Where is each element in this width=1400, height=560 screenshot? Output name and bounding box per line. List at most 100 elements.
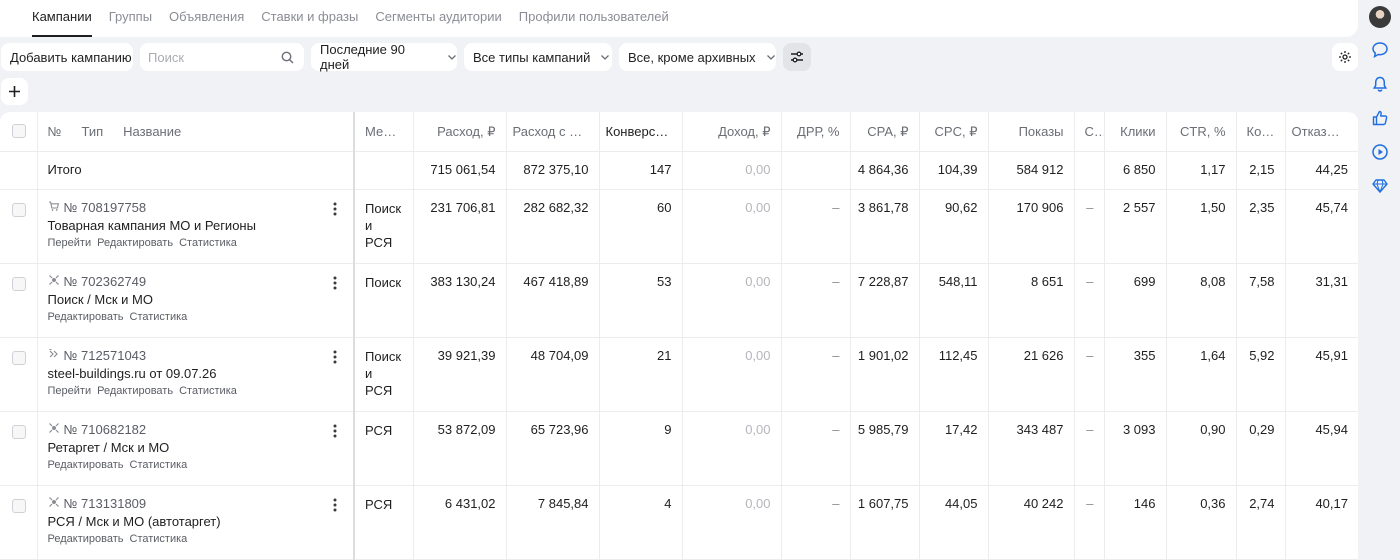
header-ctr[interactable]: CTR, % xyxy=(1166,112,1237,152)
places-cell: РСЯ xyxy=(354,485,414,560)
drr-cell: – xyxy=(781,337,851,412)
row-checkbox[interactable] xyxy=(12,424,26,439)
total-cpc: 104,39 xyxy=(919,151,989,190)
ko-cell: 5,92 xyxy=(1236,337,1286,412)
places-cell: Поиск xyxy=(354,263,414,338)
filters-button[interactable] xyxy=(783,43,811,71)
campaign-link[interactable]: Статистика xyxy=(130,459,188,471)
cost-cell: 39 921,39 xyxy=(413,337,507,412)
c-cell: – xyxy=(1074,411,1105,486)
campaign-types-select[interactable]: Все типы кампаний xyxy=(464,43,612,71)
tab-bids-phrases[interactable]: Ставки и фразы xyxy=(261,0,358,37)
row-checkbox-cell xyxy=(0,411,38,486)
campaign-name[interactable]: Поиск / Мск и МО xyxy=(48,292,344,308)
cpc-cell: 112,45 xyxy=(919,337,989,412)
campaign-id[interactable]: № 708197758 xyxy=(64,200,147,216)
clicks-cell: 699 xyxy=(1104,263,1167,338)
campaign-id[interactable]: № 713131809 xyxy=(64,496,147,512)
cpc-cell: 548,11 xyxy=(919,263,989,338)
row-checkbox[interactable] xyxy=(12,350,26,365)
header-drr[interactable]: ДРР, % xyxy=(781,112,851,152)
tab-user-profiles[interactable]: Профили пользователей xyxy=(519,0,669,37)
row-checkbox-cell xyxy=(0,485,38,560)
bell-icon[interactable] xyxy=(1370,74,1390,94)
play-icon[interactable] xyxy=(1370,142,1390,162)
diamond-icon[interactable] xyxy=(1370,176,1390,196)
ctr-cell: 1,50 xyxy=(1166,189,1237,264)
header-income[interactable]: Доход, ₽ xyxy=(682,112,782,152)
status-filter-select[interactable]: Все, кроме архивных xyxy=(619,43,776,71)
campaign-link[interactable]: Статистика xyxy=(130,533,188,545)
campaign-name[interactable]: РСЯ / Мск и МО (автотаргет) xyxy=(48,514,344,530)
row-checkbox-cell xyxy=(0,189,38,264)
tab-campaigns[interactable]: Кампании xyxy=(32,0,92,37)
header-name[interactable]: Название xyxy=(123,124,181,139)
campaign-name[interactable]: steel-buildings.ru от 09.07.26 xyxy=(48,366,344,382)
ko-cell: 2,74 xyxy=(1236,485,1286,560)
cost-vat-cell: 282 682,32 xyxy=(506,189,600,264)
more-vertical-icon[interactable] xyxy=(333,350,337,364)
header-bounce[interactable]: Отказы, % xyxy=(1285,112,1358,152)
thumbs-up-icon[interactable] xyxy=(1370,108,1390,128)
period-select[interactable]: Последние 90 дней xyxy=(311,42,457,72)
cost-vat-cell: 65 723,96 xyxy=(506,411,600,486)
header-cpc[interactable]: CPC, ₽ xyxy=(919,112,989,152)
conversions-cell: 9 xyxy=(599,411,683,486)
campaign-link[interactable]: Перейти xyxy=(48,237,92,249)
chat-icon[interactable] xyxy=(1370,40,1390,60)
tab-ads[interactable]: Объявления xyxy=(169,0,244,37)
campaign-link[interactable]: Статистика xyxy=(179,237,237,249)
header-cost-vat[interactable]: Расход с Н… xyxy=(506,112,600,152)
total-income: 0,00 xyxy=(682,151,782,190)
ctr-cell: 0,90 xyxy=(1166,411,1237,486)
sliders-icon xyxy=(791,51,803,63)
total-c xyxy=(1074,151,1105,190)
campaign-link[interactable]: Перейти xyxy=(48,385,92,397)
tab-groups[interactable]: Группы xyxy=(109,0,152,37)
avatar[interactable] xyxy=(1369,6,1391,28)
row-checkbox-cell xyxy=(0,263,38,338)
settings-button[interactable] xyxy=(1332,43,1358,71)
header-shows[interactable]: Показы xyxy=(988,112,1075,152)
header-cost[interactable]: Расход, ₽ xyxy=(413,112,507,152)
more-vertical-icon[interactable] xyxy=(333,424,337,438)
shows-cell: 40 242 xyxy=(988,485,1075,560)
campaign-link[interactable]: Редактировать xyxy=(48,459,124,471)
total-shows: 584 912 xyxy=(988,151,1075,190)
more-vertical-icon[interactable] xyxy=(333,498,337,512)
row-checkbox[interactable] xyxy=(12,202,26,217)
select-all-checkbox[interactable] xyxy=(12,124,26,138)
campaign-link[interactable]: Статистика xyxy=(130,311,188,323)
row-checkbox[interactable] xyxy=(12,276,26,291)
campaign-id[interactable]: № 712571043 xyxy=(64,348,147,364)
add-campaign-button[interactable]: Добавить кампанию xyxy=(1,43,133,71)
header-places[interactable]: Места xyxy=(354,112,414,152)
cost-cell: 383 130,24 xyxy=(413,263,507,338)
row-checkbox-cell xyxy=(0,337,38,412)
income-cell: 0,00 xyxy=(682,411,782,486)
tab-audience-segments[interactable]: Сегменты аудитории xyxy=(375,0,501,37)
more-vertical-icon[interactable] xyxy=(333,276,337,290)
campaign-link[interactable]: Статистика xyxy=(179,385,237,397)
header-c[interactable]: С xyxy=(1074,112,1105,152)
more-vertical-icon[interactable] xyxy=(333,202,337,216)
campaign-id[interactable]: № 710682182 xyxy=(64,422,147,438)
search-input[interactable]: Поиск xyxy=(140,43,304,71)
campaign-name[interactable]: Ретаргет / Мск и МО xyxy=(48,440,344,456)
campaign-link[interactable]: Редактировать xyxy=(97,237,173,249)
header-type[interactable]: Тип xyxy=(81,124,103,139)
header-ko[interactable]: Ко… xyxy=(1236,112,1286,152)
drr-cell: – xyxy=(781,189,851,264)
header-clicks[interactable]: Клики xyxy=(1104,112,1167,152)
add-row-button[interactable] xyxy=(1,78,28,105)
campaign-id-line: № 702362749 xyxy=(48,274,344,290)
header-number[interactable]: № xyxy=(48,124,62,139)
row-checkbox[interactable] xyxy=(12,498,26,513)
header-cpa[interactable]: CPA, ₽ xyxy=(850,112,920,152)
campaign-link[interactable]: Редактировать xyxy=(48,311,124,323)
campaign-name[interactable]: Товарная кампания МО и Регионы xyxy=(48,218,344,234)
header-conversions[interactable]: Конверс… ↓ xyxy=(599,112,683,152)
campaign-id[interactable]: № 702362749 xyxy=(64,274,147,290)
campaign-link[interactable]: Редактировать xyxy=(48,533,124,545)
campaign-link[interactable]: Редактировать xyxy=(97,385,173,397)
